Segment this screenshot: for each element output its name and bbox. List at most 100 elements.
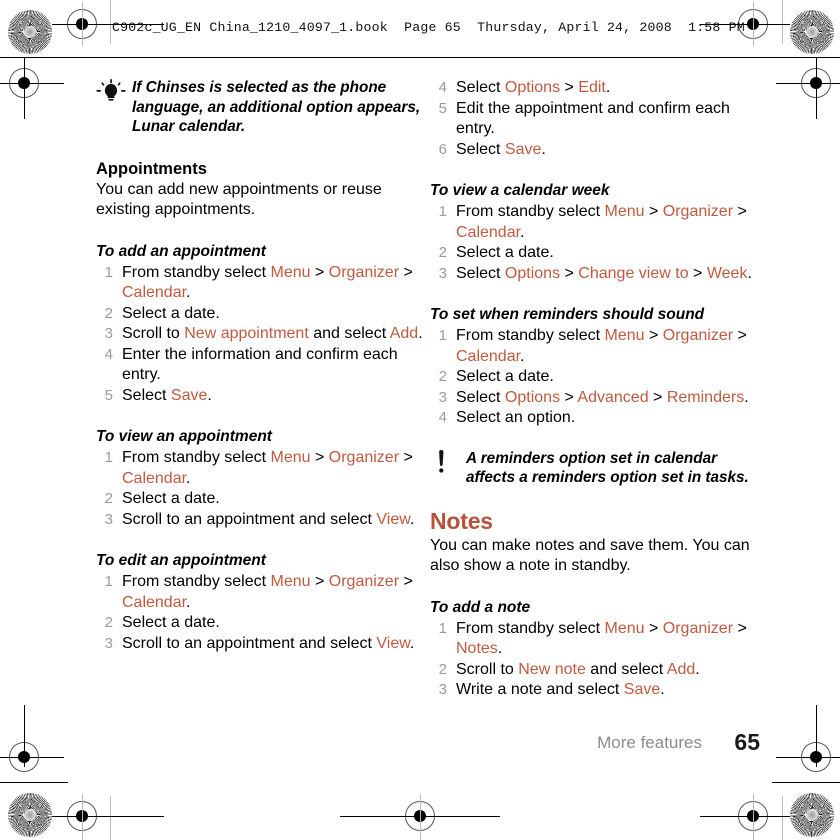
step-text: > [399, 573, 413, 590]
menu-item-reference[interactable]: View [376, 511, 410, 528]
step-text: > [399, 449, 413, 466]
menu-item-reference[interactable]: New appointment [184, 325, 309, 342]
step-text: . [409, 510, 415, 528]
menu-item-reference[interactable]: Calendar [456, 224, 520, 241]
step-text: . [520, 347, 525, 365]
procedure-title: To view an appointment [96, 428, 272, 445]
menu-item-reference[interactable]: Organizer [663, 620, 733, 637]
step-text: From standby select [122, 263, 271, 281]
menu-item-reference[interactable]: Add [390, 325, 418, 342]
procedure-title: To set when reminders should sound [430, 306, 705, 323]
menu-item-reference[interactable]: Menu [605, 203, 645, 220]
menu-item-reference[interactable]: Save [624, 681, 660, 698]
step-item: Select a date. [96, 304, 426, 325]
reg-cross-top-right-v [752, 2, 754, 46]
step-text: > [733, 327, 747, 344]
step-text: From standby select [456, 327, 605, 344]
footer-chapter-label: More features [597, 733, 702, 752]
procedure-title: To view a calendar week [430, 182, 610, 199]
step-text: Select [456, 140, 505, 158]
tip-block-lunar-calendar: If Chinses is selected as the phone lang… [96, 78, 426, 137]
trim-line-bottom-right-vertical [782, 796, 784, 840]
menu-item-reference[interactable]: Menu [605, 620, 645, 637]
right-procedures: To view a calendar week From standby sele… [430, 180, 760, 429]
step-item: Select a date. [96, 489, 426, 510]
menu-item-reference[interactable]: Options [505, 79, 560, 96]
menu-item-reference[interactable]: Organizer [663, 203, 733, 220]
menu-item-reference[interactable]: Save [171, 387, 207, 404]
step-text: From standby select [122, 573, 271, 590]
menu-item-reference[interactable]: Organizer [663, 327, 733, 344]
left-procedures: To add an appointment From standby select… [96, 241, 426, 655]
step-text: . [747, 264, 752, 282]
menu-item-reference[interactable]: Add [667, 661, 695, 678]
step-text: From standby select [456, 203, 605, 220]
menu-item-reference[interactable]: View [376, 635, 410, 652]
step-item: Select a date. [96, 613, 426, 634]
menu-item-reference[interactable]: Menu [271, 264, 311, 281]
menu-item-reference[interactable]: Calendar [122, 284, 186, 301]
step-item: Select an option. [430, 408, 760, 429]
step-text: . [541, 140, 546, 158]
step-text: > [688, 264, 707, 282]
menu-item-reference[interactable]: Organizer [329, 573, 399, 590]
menu-item-reference[interactable]: New note [518, 661, 586, 678]
menu-item-reference[interactable]: Change view to [578, 265, 688, 282]
step-text: . [409, 634, 415, 652]
appointments-heading: Appointments [96, 159, 207, 178]
star-target-bottom-right [790, 793, 834, 837]
menu-item-reference[interactable]: Organizer [329, 449, 399, 466]
step-item: From standby select Menu > Organizer > C… [96, 572, 426, 613]
menu-item-reference[interactable]: Calendar [122, 594, 186, 611]
procedure-title: To edit an appointment [96, 552, 266, 569]
step-text: Select [456, 388, 505, 406]
appointments-body: You can add new appointments or reuse ex… [96, 180, 382, 219]
step-item: From standby select Menu > Organizer > N… [430, 619, 760, 660]
step-item: Edit the appointment and confirm each en… [430, 99, 760, 140]
procedure-block: To view an appointment From standby selec… [96, 426, 426, 530]
menu-item-reference[interactable]: Options [505, 265, 560, 282]
procedure-steps: From standby select Menu > Organizer > C… [96, 263, 426, 407]
menu-item-reference[interactable]: Calendar [122, 470, 186, 487]
menu-item-reference[interactable]: Advanced [577, 389, 648, 406]
menu-item-reference[interactable]: Save [505, 141, 541, 158]
trim-line-bottom-left-vertical [110, 796, 112, 840]
step-text: . [605, 79, 611, 96]
procedure-block: To set when reminders should sound From s… [430, 304, 760, 429]
step-text: . [418, 325, 423, 342]
menu-item-reference[interactable]: Reminders [667, 389, 744, 406]
menu-item-reference[interactable]: Menu [605, 327, 645, 344]
menu-item-reference[interactable]: Notes [456, 640, 498, 657]
step-text: . [660, 681, 665, 698]
step-text: > [399, 263, 413, 281]
header-underline [0, 57, 840, 59]
menu-item-reference[interactable]: Calendar [456, 348, 520, 365]
menu-item-reference[interactable]: Options [505, 389, 560, 406]
step-item: Select Options > Change view to > Week. [430, 264, 760, 285]
step-text: . [207, 386, 212, 404]
menu-item-reference[interactable]: Edit [578, 79, 606, 96]
step-item: Select Options > Edit. [430, 78, 760, 99]
step-text: Select [456, 264, 505, 282]
step-text: Edit the appointment and confirm each en… [456, 99, 730, 138]
step-item: Select a date. [430, 367, 760, 388]
step-text: Write a note and select [456, 681, 624, 698]
step-text: > [310, 263, 329, 281]
step-item: Scroll to New appointment and select Add… [96, 324, 426, 345]
menu-item-reference[interactable]: Menu [271, 449, 311, 466]
menu-item-reference[interactable]: Week [707, 265, 748, 282]
step-text: Scroll to [122, 325, 185, 342]
step-text: From standby select [456, 619, 605, 637]
procedure-block: To add an appointment From standby select… [96, 241, 426, 407]
step-text: Select a date. [122, 490, 220, 507]
reg-cross-bottom-right-v [752, 794, 754, 840]
notes-procedure-container: To add a note From standby select Menu > … [430, 597, 760, 701]
step-item: Enter the information and confirm each e… [96, 345, 426, 386]
page-footer: More features 65 [430, 729, 760, 763]
step-item: Select Options > Advanced > Reminders. [430, 388, 760, 409]
menu-item-reference[interactable]: Organizer [329, 264, 399, 281]
step-text: > [310, 573, 329, 590]
tip-text: If Chinses is selected as the phone lang… [132, 79, 421, 135]
menu-item-reference[interactable]: Menu [271, 573, 311, 590]
step-text: Select a date. [122, 304, 220, 322]
